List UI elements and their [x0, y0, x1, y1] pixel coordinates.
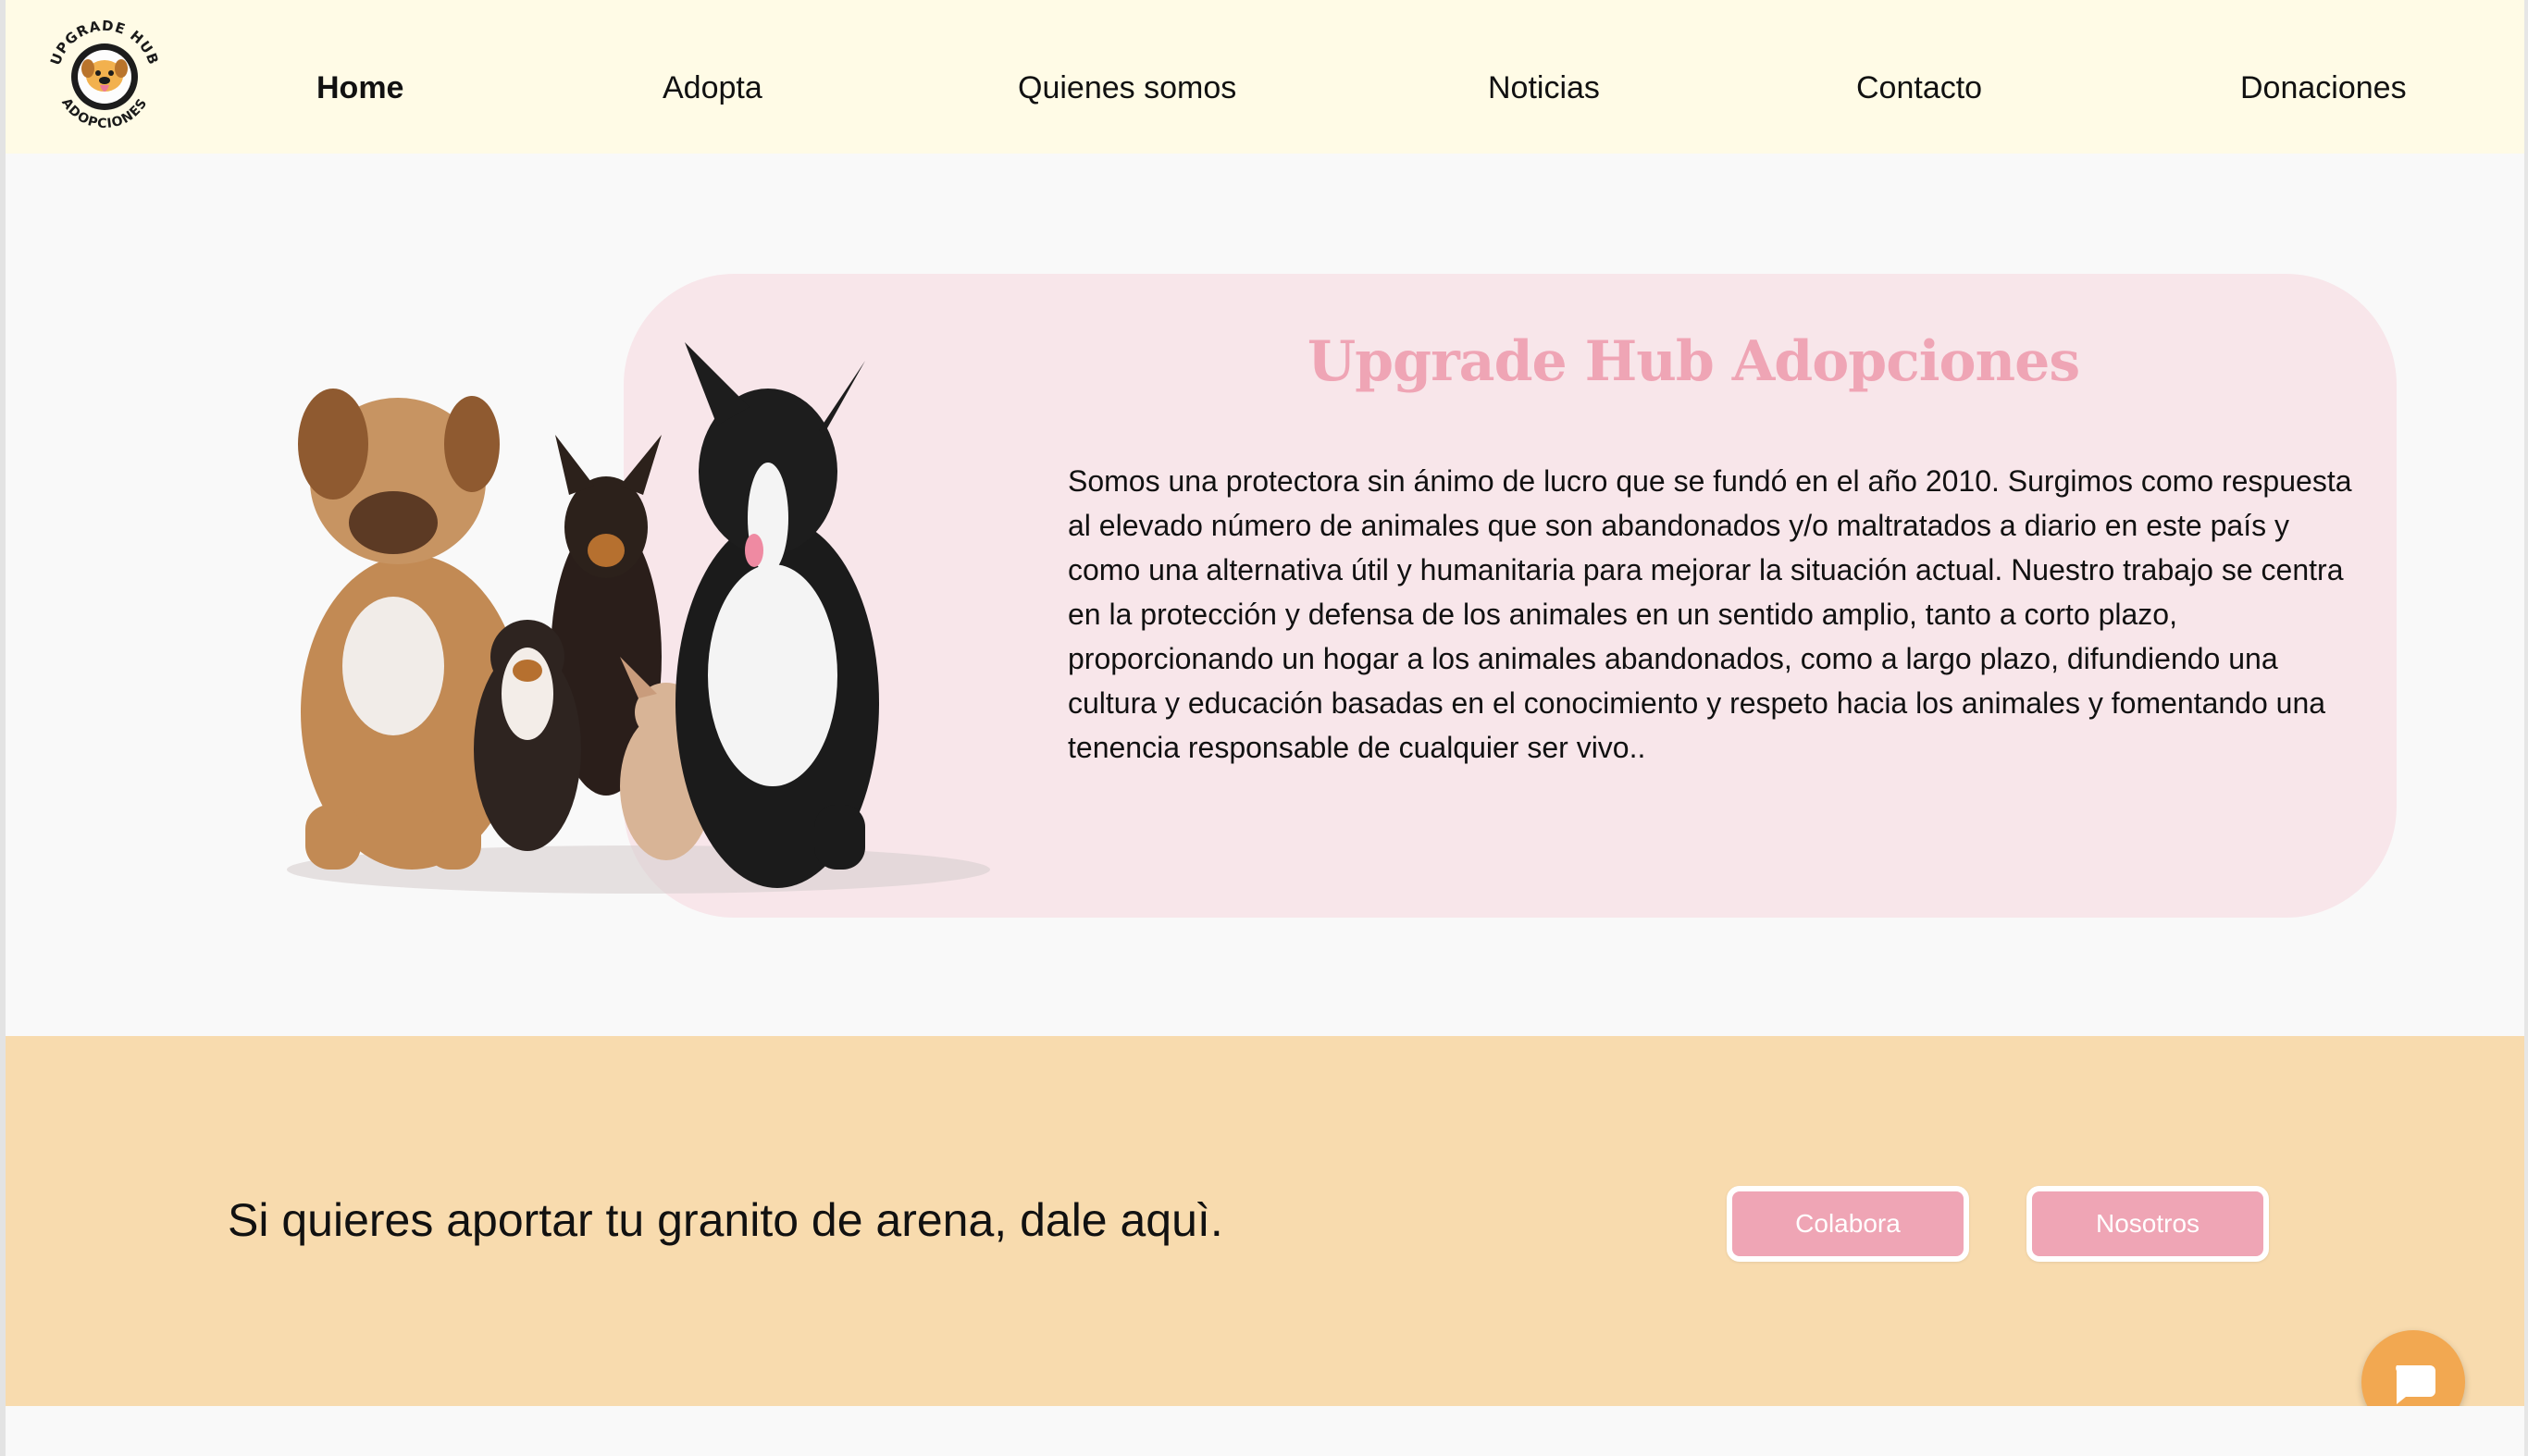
cta-text: Si quieres aportar tu granito de arena, … — [228, 1194, 1223, 1246]
brand-logo[interactable]: UPGRADE HUB ADOPCIONES — [43, 15, 167, 139]
dogs-group-image — [287, 342, 990, 894]
nav-contacto[interactable]: Contacto — [1856, 65, 1982, 111]
nav-adopta[interactable]: Adopta — [663, 65, 762, 111]
colabora-button[interactable]: Colabora — [1727, 1186, 1969, 1262]
nav-noticias[interactable]: Noticias — [1488, 65, 1600, 111]
window-right-edge — [2524, 0, 2528, 1456]
nosotros-button[interactable]: Nosotros — [2026, 1186, 2269, 1262]
footer-strip — [6, 1406, 2524, 1456]
hero-description: Somos una protectora sin ánimo de lucro … — [1068, 464, 2352, 764]
hero-title: Upgrade Hub Adopciones — [1307, 329, 2080, 394]
nav-quienes-somos[interactable]: Quienes somos — [1018, 65, 1236, 111]
site-header: UPGRADE HUB ADOPCIONES Home Adopta Quien… — [6, 0, 2524, 154]
nav-donaciones[interactable]: Donaciones — [2240, 65, 2407, 111]
nav-home[interactable]: Home — [316, 65, 403, 111]
